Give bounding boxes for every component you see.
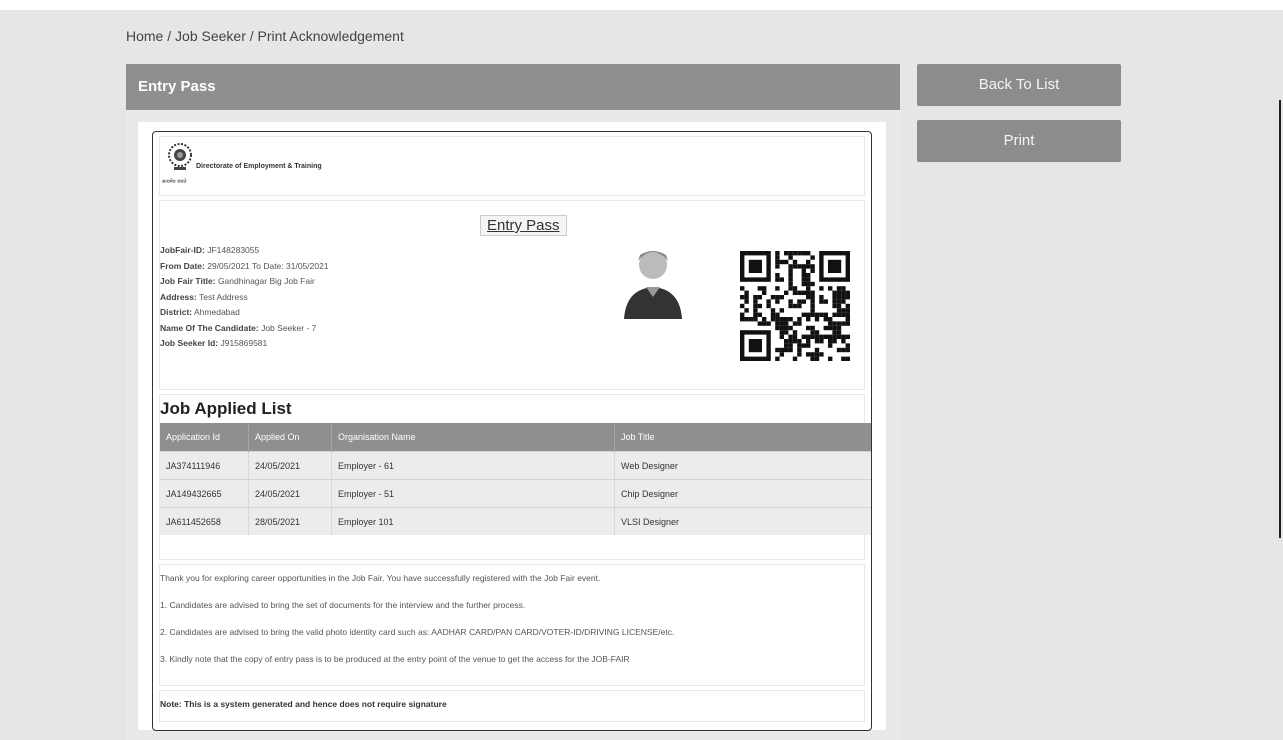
logo-section: सत्यमेव जयते Directorate of Employment &… xyxy=(159,136,865,196)
emblem-icon xyxy=(168,143,192,170)
instruction-1: 1. Candidates are advised to bring the s… xyxy=(160,600,526,610)
breadcrumb-current: Print Acknowledgement xyxy=(257,28,404,44)
detail-jobfair-id: JobFair-ID: JF148283055 xyxy=(160,245,260,255)
breadcrumb-separator: / xyxy=(249,28,254,44)
detail-address: Address: Test Address xyxy=(160,291,248,302)
cell-application-id: JA374111946 xyxy=(160,451,249,480)
table-header-row: Application Id Applied On Organisation N… xyxy=(160,423,871,452)
cell-application-id: JA611452658 xyxy=(160,507,249,535)
candidate-avatar xyxy=(610,237,696,323)
cell-applied-on: 24/05/2021 xyxy=(248,451,332,480)
instruction-intro: Thank you for exploring career opportuni… xyxy=(160,573,601,583)
entry-pass: सत्यमेव जयते Directorate of Employment &… xyxy=(152,131,872,731)
pass-details: JobFair-ID: JF148283055 From Date: 29/05… xyxy=(160,243,329,352)
panel-header: Entry Pass xyxy=(126,64,900,110)
card: सत्यमेव जयते Directorate of Employment &… xyxy=(138,122,886,731)
detail-dates: From Date: 29/05/2021 To Date: 31/05/202… xyxy=(160,260,329,271)
signature-note-section: Note: This is a system generated and hen… xyxy=(159,690,865,722)
cell-organisation: Employer 101 xyxy=(331,507,615,535)
cell-job-title: Web Designer xyxy=(614,451,871,480)
table-row: JA149432665 24/05/2021 Employer - 51 Chi… xyxy=(160,479,871,508)
cell-job-title: Chip Designer xyxy=(614,479,871,508)
cell-applied-on: 24/05/2021 xyxy=(248,479,332,508)
instruction-2: 2. Candidates are advised to bring the v… xyxy=(160,627,675,637)
entry-details-section: Entry Pass JobFair-ID: JF148283055 From … xyxy=(159,200,865,390)
panel-body: सत्यमेव जयते Directorate of Employment &… xyxy=(126,110,900,740)
page-scrollbar[interactable] xyxy=(1279,100,1281,538)
breadcrumb-home[interactable]: Home xyxy=(126,28,163,44)
cell-organisation: Employer - 51 xyxy=(331,479,615,508)
detail-district: District: Ahmedabad xyxy=(160,307,240,317)
breadcrumb: Home / Job Seeker / Print Acknowledgemen… xyxy=(126,28,404,44)
table-row: JA374111946 24/05/2021 Employer - 61 Web… xyxy=(160,451,871,480)
table-row: JA611452658 28/05/2021 Employer 101 VLSI… xyxy=(160,507,871,535)
breadcrumb-job-seeker[interactable]: Job Seeker xyxy=(175,28,246,44)
emblem-caption: सत्यमेव जयते xyxy=(162,179,187,185)
cell-applied-on: 28/05/2021 xyxy=(248,507,332,535)
top-strip xyxy=(0,0,1283,10)
detail-job-seeker-id: Job Seeker Id: J915869581 xyxy=(160,338,268,348)
col-job-title: Job Title xyxy=(614,423,871,452)
detail-fair-title: Job Fair Title: Gandhinagar Big Job Fair xyxy=(160,276,315,286)
job-applied-title: Job Applied List xyxy=(160,399,292,418)
instruction-3: 3. Kindly note that the copy of entry pa… xyxy=(160,654,630,664)
breadcrumb-separator: / xyxy=(167,28,172,44)
job-applied-section: Job Applied List Application Id Applied … xyxy=(159,394,871,560)
col-applied-on: Applied On xyxy=(248,423,332,452)
qr-code xyxy=(740,251,850,361)
organisation-name: Directorate of Employment & Training xyxy=(196,163,322,170)
signature-note: Note: This is a system generated and hen… xyxy=(160,699,447,709)
back-to-list-button[interactable]: Back To List xyxy=(917,64,1121,106)
instructions-section: Thank you for exploring career opportuni… xyxy=(159,564,865,686)
cell-job-title: VLSI Designer xyxy=(614,507,871,535)
print-button[interactable]: Print xyxy=(917,120,1121,162)
entry-pass-title: Entry Pass xyxy=(480,215,567,236)
cell-organisation: Employer - 61 xyxy=(331,451,615,480)
detail-candidate-name: Name Of The Candidate: Job Seeker - 7 xyxy=(160,322,317,333)
job-applied-table: Application Id Applied On Organisation N… xyxy=(160,423,871,535)
col-organisation-name: Organisation Name xyxy=(331,423,615,452)
col-application-id: Application Id xyxy=(160,423,249,452)
cell-application-id: JA149432665 xyxy=(160,479,249,508)
